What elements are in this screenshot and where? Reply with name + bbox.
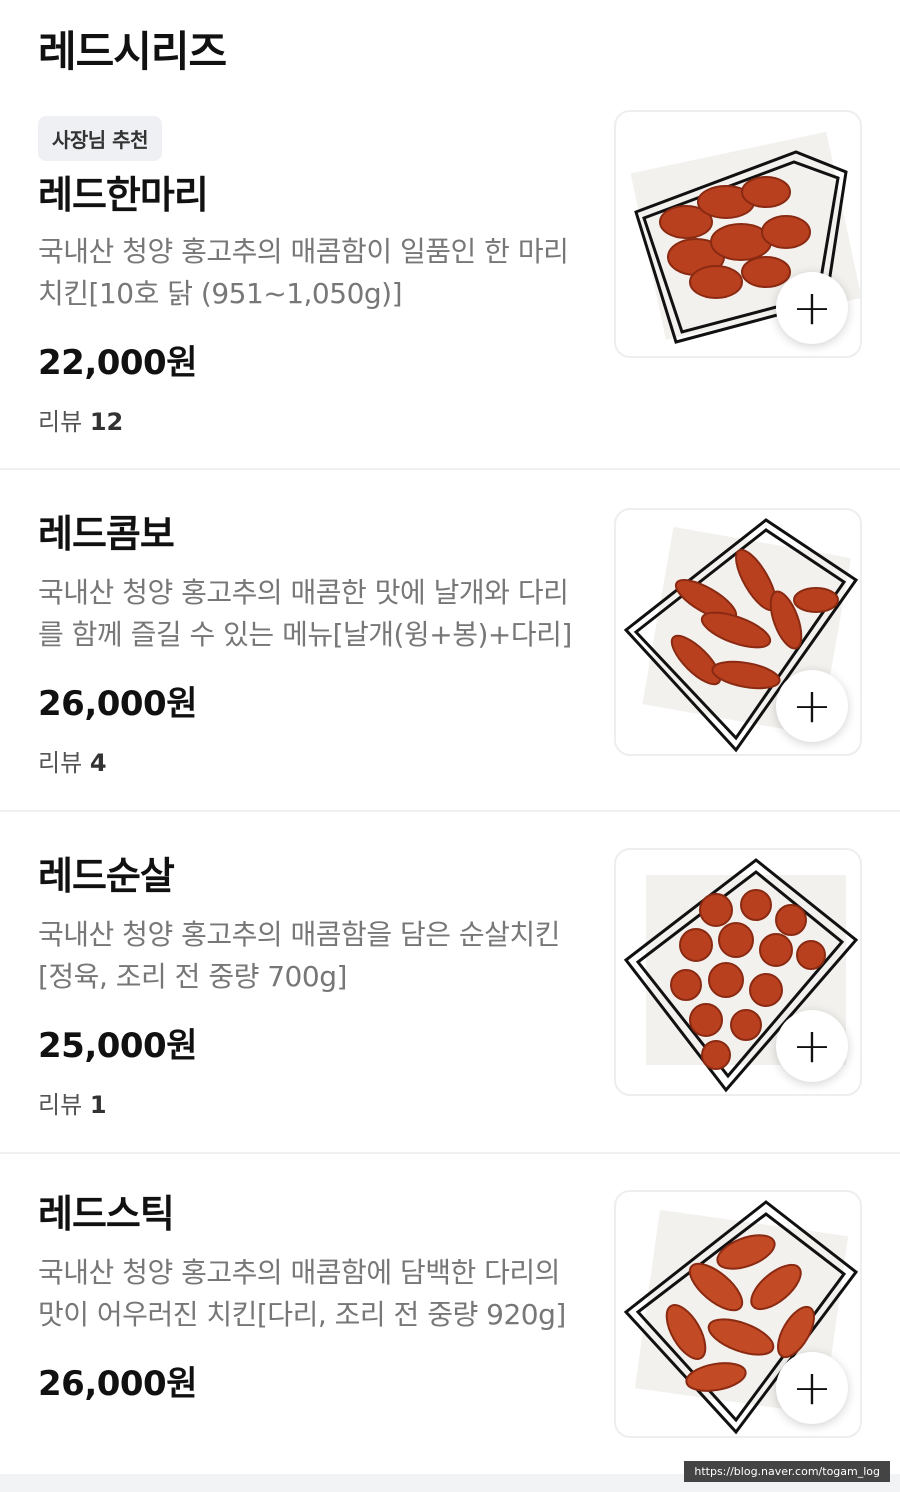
review-label: 리뷰 xyxy=(38,408,83,436)
menu-description: 국내산 청양 홍고추의 매콤함에 담백한 다리의 맛이 어우러진 치킨[다리, … xyxy=(38,1256,566,1331)
plus-icon: + xyxy=(791,1018,833,1074)
menu-description: 국내산 청양 홍고추의 매콤한 맛에 날개와 다리를 함께 즐길 수 있는 메뉴… xyxy=(38,576,572,651)
menu-description: 국내산 청양 홍고추의 매콤함을 담은 순살치킨[정육, 조리 전 중량 700… xyxy=(38,918,560,993)
menu-thumbnail[interactable]: + xyxy=(614,1190,862,1438)
menu-description: 국내산 청양 홍고추의 매콤함이 일품인 한 마리 치킨[10호 닭 (951~… xyxy=(38,235,569,310)
menu-item-red-boneless[interactable]: 레드순살 국내산 청양 홍고추의 매콤함을 담은 순살치킨[정육, 조리 전 중… xyxy=(0,812,900,1154)
recommend-badge: 사장님 추천 xyxy=(38,116,162,161)
menu-item-red-whole[interactable]: 사장님 추천 레드한마리 국내산 청양 홍고추의 매콤함이 일품인 한 마리 치… xyxy=(0,90,900,470)
menu-price: 25,000원 xyxy=(38,1026,197,1066)
review-label: 리뷰 xyxy=(38,1091,83,1119)
review-count: 리뷰 1 xyxy=(38,1085,598,1120)
section-title: 레드시리즈 xyxy=(38,27,227,76)
plus-icon: + xyxy=(791,280,833,336)
plus-icon: + xyxy=(791,678,833,734)
review-number: 1 xyxy=(89,1091,107,1119)
menu-price: 26,000원 xyxy=(38,1364,197,1404)
menu-name: 레드한마리 xyxy=(38,173,209,217)
menu-name: 레드콤보 xyxy=(38,512,175,556)
blog-watermark: https://blog.naver.com/togam_log xyxy=(684,1461,890,1482)
review-label: 리뷰 xyxy=(38,749,83,777)
menu-price: 26,000원 xyxy=(38,684,197,724)
menu-thumbnail[interactable]: + xyxy=(614,848,862,1096)
review-count: 리뷰 4 xyxy=(38,743,598,778)
review-count: 리뷰 12 xyxy=(38,402,598,437)
add-to-cart-button[interactable]: + xyxy=(776,670,848,742)
plus-icon: + xyxy=(791,1360,833,1416)
add-to-cart-button[interactable]: + xyxy=(776,272,848,344)
menu-page: 레드시리즈 사장님 추천 레드한마리 국내산 청양 홍고추의 매콤함이 일품인 … xyxy=(0,0,900,1492)
menu-item-red-combo[interactable]: 레드콤보 국내산 청양 홍고추의 매콤한 맛에 날개와 다리를 함께 즐길 수 … xyxy=(0,470,900,812)
menu-thumbnail[interactable]: + xyxy=(614,110,862,358)
review-number: 12 xyxy=(89,408,124,436)
menu-name: 레드순살 xyxy=(38,854,175,898)
menu-thumbnail[interactable]: + xyxy=(614,508,862,756)
menu-price: 22,000원 xyxy=(38,343,197,383)
add-to-cart-button[interactable]: + xyxy=(776,1352,848,1424)
menu-name: 레드스틱 xyxy=(38,1192,175,1236)
menu-item-red-stick[interactable]: 레드스틱 국내산 청양 홍고추의 매콤함에 담백한 다리의 맛이 어우러진 치킨… xyxy=(0,1154,900,1474)
review-number: 4 xyxy=(89,749,107,777)
add-to-cart-button[interactable]: + xyxy=(776,1010,848,1082)
